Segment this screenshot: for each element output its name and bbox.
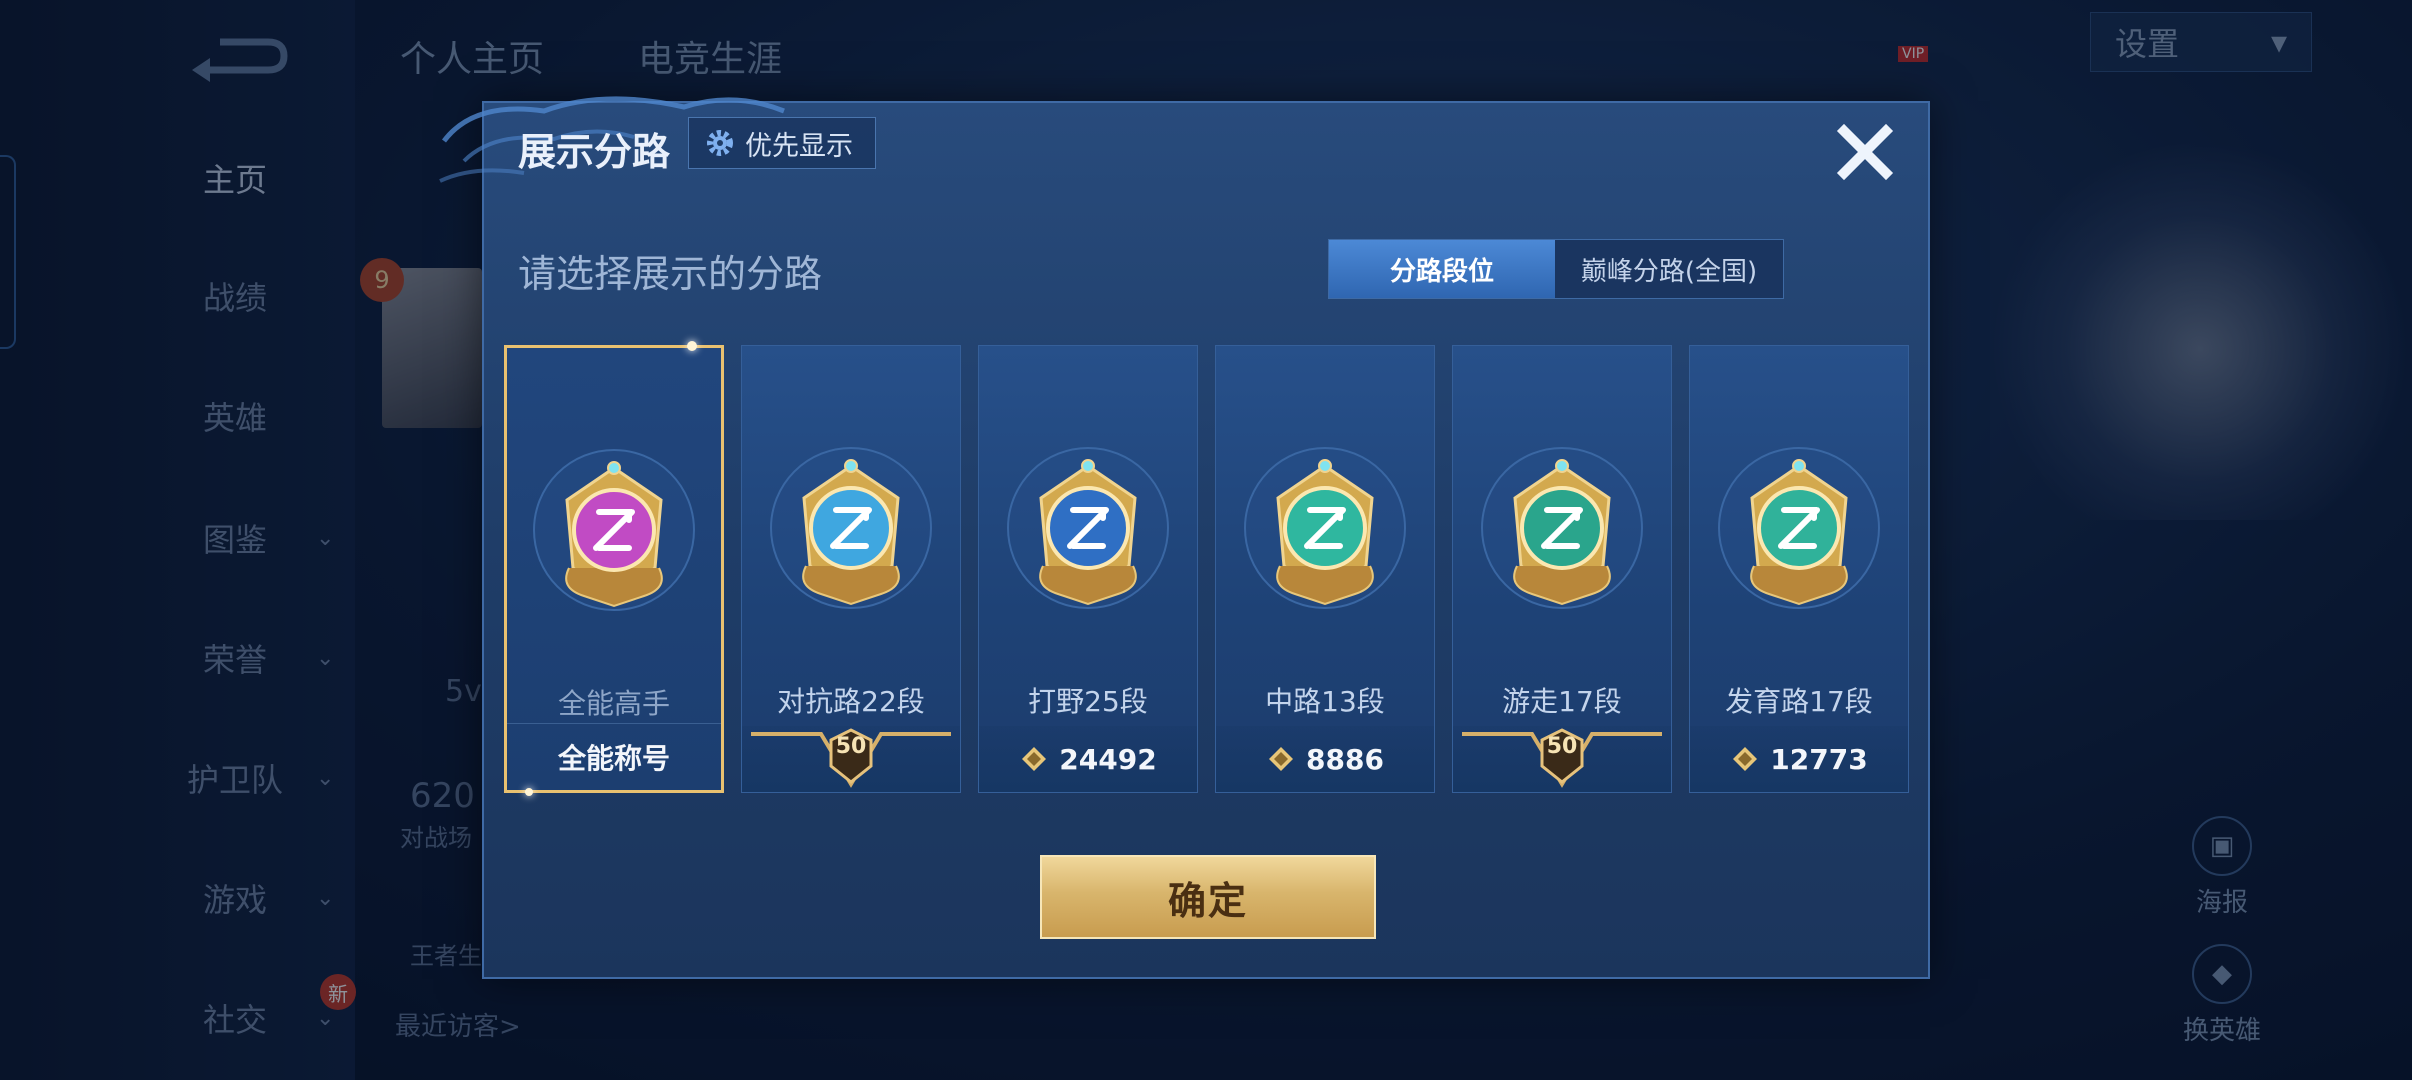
lane-name: 打野25段 [1028,685,1148,718]
roam-emblem-icon [1477,446,1647,616]
lane-name: 发育路17段 [1725,685,1873,718]
lane-name: 游走17段 [1502,685,1622,718]
priority-display-button[interactable]: 优先显示 [688,117,876,169]
lane-card[interactable]: 对抗路22段 50 [741,345,961,793]
lane-card[interactable]: 中路13段 8886 [1215,345,1435,793]
lane-display-dialog: 展示分路 优先显示 请选择展示的分路 分路段位 巅峰分路(全国) 全能高手全能称… [439,96,1930,979]
allround-emblem-icon [529,448,699,618]
title-label: 全能称号 [557,742,670,775]
dialog-title: 展示分路 [518,130,671,174]
peak-points-icon [1269,747,1294,771]
star-count-value: 50 [1546,734,1578,759]
lane-name: 全能高手 [557,687,670,720]
view-mode-toggle: 分路段位 巅峰分路(全国) [1328,239,1784,299]
peak-points-value: 12773 [1770,742,1868,776]
star-count-value: 50 [835,734,867,759]
mid-lane-emblem-icon [1240,446,1410,616]
jungle-emblem-icon [1003,446,1173,616]
lane-name: 中路13段 [1265,685,1385,718]
lane-footer: 8886 [1216,726,1434,792]
lane-card[interactable]: 打野25段 24492 [978,345,1198,793]
lane-footer: 50 [742,726,960,792]
lane-name: 对抗路22段 [777,685,925,718]
lane-card[interactable]: 游走17段 50 [1452,345,1672,793]
priority-display-label: 优先显示 [745,130,853,162]
peak-points-icon [1022,747,1047,771]
tab-peak-lane[interactable]: 巅峰分路(全国) [1555,240,1783,298]
farm-lane-emblem-icon [1714,446,1884,616]
gear-icon [707,130,733,156]
lane-footer: 50 [1453,726,1671,792]
peak-points-icon [1733,747,1758,771]
lane-footer: 全能称号 [507,723,721,790]
clash-lane-emblem-icon [766,446,936,616]
lane-footer: 24492 [979,726,1197,792]
lane-footer: 12773 [1690,726,1908,792]
lane-card[interactable]: 全能高手 全能称号 [504,341,724,796]
close-icon[interactable] [1830,117,1900,187]
confirm-button[interactable]: 确定 [1040,855,1376,939]
peak-points-value: 8886 [1306,742,1384,776]
lane-card[interactable]: 发育路17段 12773 [1689,345,1909,793]
select-lane-prompt: 请选择展示的分路 [518,252,823,296]
peak-points-value: 24492 [1059,742,1157,776]
tab-lane-rank[interactable]: 分路段位 [1329,240,1555,298]
